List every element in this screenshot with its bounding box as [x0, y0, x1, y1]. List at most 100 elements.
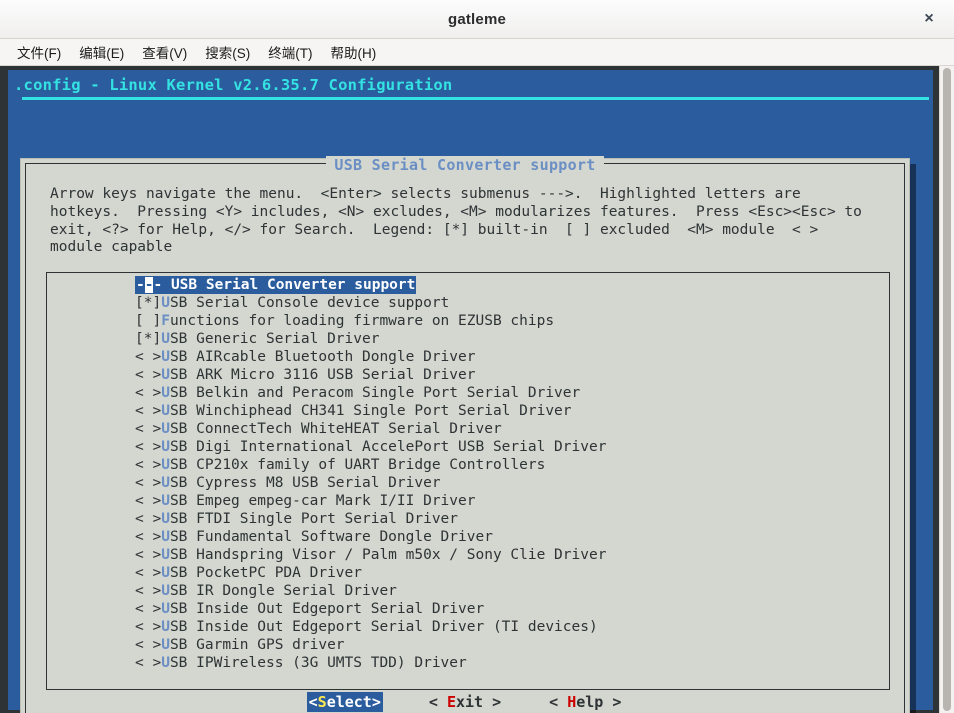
config-list-item[interactable]: < >USB IR Dongle Serial Driver	[47, 582, 889, 600]
config-item-hotkey: U	[161, 403, 170, 419]
config-list-item[interactable]: < >USB Inside Out Edgeport Serial Driver	[47, 600, 889, 618]
close-icon[interactable]: ×	[918, 8, 940, 30]
config-list-item[interactable]: [*]USB Generic Serial Driver	[47, 330, 889, 348]
config-item-marker[interactable]: < >	[135, 367, 161, 383]
button-prefix: <	[308, 693, 318, 711]
menuconfig-dialog: USB Serial Converter support Arrow keys …	[20, 156, 910, 713]
select-button[interactable]: <Select>	[306, 692, 383, 712]
config-item-marker[interactable]: [ ]	[135, 313, 161, 329]
exit-button[interactable]: < Exit >	[427, 692, 503, 712]
config-item-marker[interactable]: < >	[135, 457, 161, 473]
config-item-marker[interactable]: < >	[135, 403, 161, 419]
config-item-marker[interactable]: < >	[135, 565, 161, 581]
config-list-item[interactable]: < >USB FTDI Single Port Serial Driver	[47, 510, 889, 528]
config-item-text: unctions for loading firmware on EZUSB c…	[169, 313, 555, 329]
terminal-content[interactable]: .config - Linux Kernel v2.6.35.7 Configu…	[0, 66, 939, 713]
config-list-item[interactable]: < >USB Belkin and Peracom Single Port Se…	[47, 384, 889, 402]
config-item-hotkey: U	[161, 475, 170, 491]
config-list-item[interactable]: < >USB Digi International AccelePort USB…	[47, 438, 889, 456]
config-item-text: SB Empeg empeg-car Mark I/II Driver	[169, 493, 476, 509]
config-item-marker[interactable]: < >	[135, 547, 161, 563]
terminal-scrollbar[interactable]	[939, 66, 954, 713]
config-list-item[interactable]: < >USB Empeg empeg-car Mark I/II Driver	[47, 492, 889, 510]
config-item-hotkey: U	[161, 583, 170, 599]
config-item-content: [*]USB Generic Serial Driver	[135, 330, 379, 348]
config-item-content: < >USB Winchiphead CH341 Single Port Ser…	[135, 402, 572, 420]
dialog-title-text: USB Serial Converter support	[326, 156, 604, 174]
menu-file[interactable]: 文件(F)	[10, 40, 68, 64]
button-prefix: <	[428, 693, 447, 711]
config-item-label: USB Inside Out Edgeport Serial Driver (T…	[161, 619, 598, 635]
config-list-item[interactable]: < >USB AIRcable Bluetooth Dongle Driver	[47, 348, 889, 366]
config-item-marker[interactable]: [*]	[135, 295, 161, 311]
config-item-label: USB PocketPC PDA Driver	[161, 565, 362, 581]
scrollbar-thumb[interactable]	[943, 68, 951, 711]
config-item-label: USB Serial Converter support	[171, 277, 415, 293]
config-item-content: < >USB Handspring Visor / Palm m50x / So…	[135, 546, 606, 564]
config-listbox[interactable]: --- USB Serial Converter support [*]USB S…	[46, 272, 890, 690]
config-item-label: USB ConnectTech WhiteHEAT Serial Driver	[161, 421, 501, 437]
config-list-item[interactable]: < >USB Cypress M8 USB Serial Driver	[47, 474, 889, 492]
config-item-marker[interactable]: < >	[135, 475, 161, 491]
config-item-marker[interactable]: < >	[135, 349, 161, 365]
config-item-content: < >USB Inside Out Edgeport Serial Driver…	[135, 618, 598, 636]
config-item-hotkey: U	[161, 421, 170, 437]
config-list-item[interactable]: < >USB IPWireless (3G UMTS TDD) Driver	[47, 654, 889, 672]
menu-help[interactable]: 帮助(H)	[324, 40, 384, 64]
config-item-content: < >USB FTDI Single Port Serial Driver	[135, 510, 458, 528]
config-list-item[interactable]: < >USB Fundamental Software Dongle Drive…	[47, 528, 889, 546]
config-item-marker[interactable]: < >	[135, 601, 161, 617]
dialog-title: USB Serial Converter support	[26, 155, 904, 174]
config-item-label: USB IPWireless (3G UMTS TDD) Driver	[161, 655, 467, 671]
config-list-item[interactable]: [ ]Functions for loading firmware on EZU…	[47, 312, 889, 330]
config-item-label: USB IR Dongle Serial Driver	[161, 583, 397, 599]
menu-edit[interactable]: 编辑(E)	[72, 40, 131, 64]
config-item-text: SB PocketPC PDA Driver	[169, 565, 362, 581]
config-item-hotkey: U	[161, 439, 170, 455]
config-item-hotkey: U	[161, 457, 170, 473]
config-item-hotkey: U	[161, 295, 170, 311]
config-item-text: SB Generic Serial Driver	[169, 331, 380, 347]
menu-view[interactable]: 查看(V)	[135, 40, 194, 64]
config-list-item[interactable]: < >USB CP210x family of UART Bridge Cont…	[47, 456, 889, 474]
config-list-item[interactable]: < >USB ARK Micro 3116 USB Serial Driver	[47, 366, 889, 384]
button-hotkey: E	[446, 693, 456, 711]
config-item-text: SB ARK Micro 3116 USB Serial Driver	[169, 367, 476, 383]
config-list-item[interactable]: < >USB ConnectTech WhiteHEAT Serial Driv…	[47, 420, 889, 438]
config-item-marker[interactable]: < >	[135, 637, 161, 653]
config-list-item[interactable]: < >USB Garmin GPS driver	[47, 636, 889, 654]
config-item-text: SB CP210x family of UART Bridge Controll…	[169, 457, 546, 473]
config-list-item[interactable]: < >USB Inside Out Edgeport Serial Driver…	[47, 618, 889, 636]
config-item-marker[interactable]: < >	[135, 421, 161, 437]
menu-search[interactable]: 搜索(S)	[198, 40, 257, 64]
config-item-text: SB Inside Out Edgeport Serial Driver	[169, 601, 485, 617]
terminal-window: gatleme × 文件(F) 编辑(E) 查看(V) 搜索(S) 终端(T) 帮助(H)…	[0, 0, 954, 713]
config-list-item[interactable]: < >USB PocketPC PDA Driver	[47, 564, 889, 582]
config-item-content: < >USB ConnectTech WhiteHEAT Serial Driv…	[135, 420, 502, 438]
config-item-marker[interactable]: < >	[135, 511, 161, 527]
config-item-text: SB Winchiphead CH341 Single Port Serial …	[169, 403, 572, 419]
config-item-marker[interactable]: < >	[135, 655, 161, 671]
dialog-frame: USB Serial Converter support Arrow keys …	[25, 156, 905, 713]
config-item-marker[interactable]: < >	[135, 583, 161, 599]
menu-terminal[interactable]: 终端(T)	[261, 40, 319, 64]
config-item-label: USB Empeg empeg-car Mark I/II Driver	[161, 493, 475, 509]
config-list-item[interactable]: [*]USB Serial Console device support	[47, 294, 889, 312]
config-item-marker[interactable]: < >	[135, 439, 161, 455]
config-item-text: SB Inside Out Edgeport Serial Driver (TI…	[169, 619, 598, 635]
config-list-item[interactable]: < >USB Winchiphead CH341 Single Port Ser…	[47, 402, 889, 420]
config-list-item[interactable]: < >USB Handspring Visor / Palm m50x / So…	[47, 546, 889, 564]
config-item-marker[interactable]: [*]	[135, 331, 161, 347]
config-item-text: SB FTDI Single Port Serial Driver	[169, 511, 459, 527]
config-item-marker[interactable]: < >	[135, 493, 161, 509]
dialog-help-text: Arrow keys navigate the menu. <Enter> se…	[50, 186, 862, 256]
config-item-hotkey: U	[161, 367, 170, 383]
banner-rule	[22, 97, 929, 100]
config-item-marker[interactable]: < >	[135, 385, 161, 401]
config-list-item[interactable]: --- USB Serial Converter support	[47, 276, 889, 294]
config-item-marker[interactable]: ---	[136, 277, 171, 293]
terminal-area: .config - Linux Kernel v2.6.35.7 Configu…	[0, 66, 954, 713]
help-button[interactable]: < Help >	[547, 692, 623, 712]
config-item-marker[interactable]: < >	[135, 529, 161, 545]
config-item-marker[interactable]: < >	[135, 619, 161, 635]
